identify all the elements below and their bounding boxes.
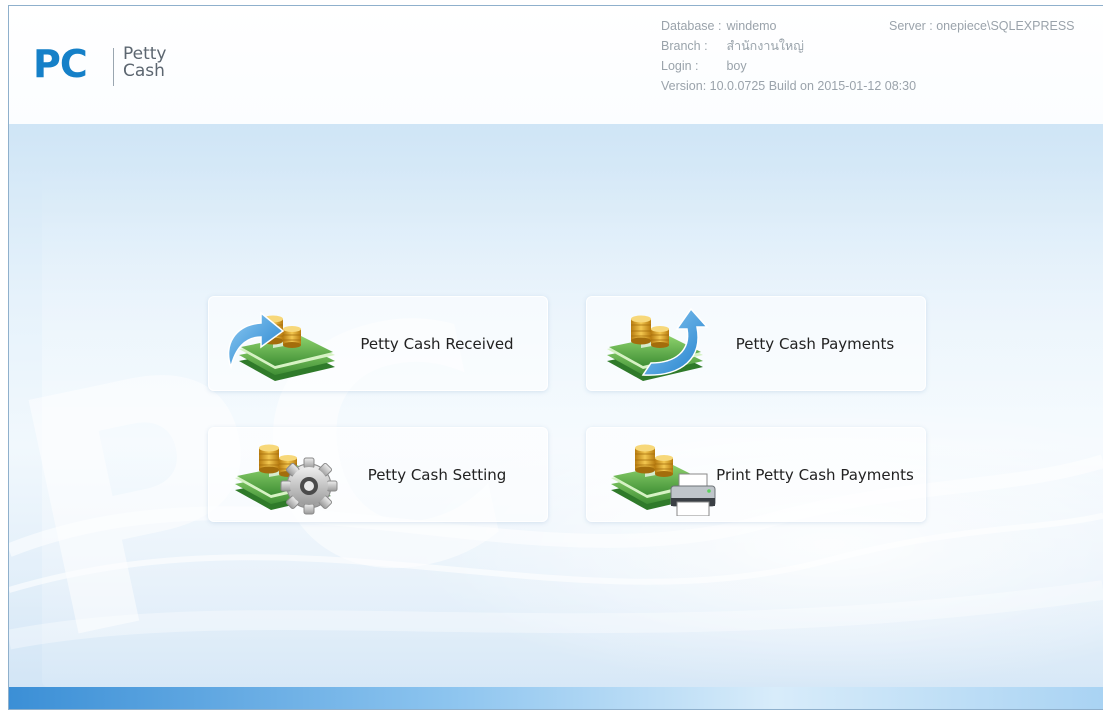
header: PC Petty Cash Database : windemo Branch … (9, 6, 1103, 124)
logo-line-cash: Cash (123, 61, 165, 81)
logo-divider (113, 48, 114, 86)
money-received-icon (227, 311, 336, 382)
database-row: Database : windemo (661, 16, 916, 36)
money-print-icon (610, 444, 716, 516)
petty-cash-setting-label: Petty Cash Setting (367, 465, 507, 484)
logo-mark: PC (33, 42, 88, 86)
login-value: boy (726, 59, 747, 73)
print-petty-cash-payments-button[interactable]: Print Petty Cash Payments (586, 427, 926, 522)
bottom-bar (9, 687, 1103, 709)
main-content: PC Petty Cash Received Petty Cash Paymen… (9, 124, 1103, 709)
background-watermark: PC (9, 244, 1103, 709)
petty-cash-payments-button[interactable]: Petty Cash Payments (586, 296, 926, 391)
connection-info: Database : windemo Branch : สำนักงานใหญ่… (661, 16, 916, 96)
petty-cash-received-label: Petty Cash Received (360, 334, 514, 353)
logo-text: Petty Cash (123, 46, 167, 80)
database-label: Database : (661, 19, 722, 33)
server-text: Server : onepiece\SQLEXPRESS (889, 19, 1075, 33)
database-value: windemo (726, 19, 777, 33)
money-payment-icon (606, 307, 709, 382)
petty-cash-payments-label: Petty Cash Payments (735, 334, 895, 353)
branch-row: Branch : สำนักงานใหญ่ (661, 36, 916, 56)
app-window: PC Petty Cash Database : windemo Branch … (8, 5, 1103, 710)
money-setting-icon (234, 444, 338, 515)
print-petty-cash-payments-label: Print Petty Cash Payments (716, 465, 914, 484)
petty-cash-received-button[interactable]: Petty Cash Received (208, 296, 548, 391)
server-info: Server : onepiece\SQLEXPRESS (889, 16, 1075, 36)
login-label: Login : (661, 59, 699, 73)
branch-value: สำนักงานใหญ่ (726, 39, 804, 53)
version-text: Version: 10.0.0725 Build on 2015-01-12 0… (661, 79, 917, 93)
login-row: Login : boy (661, 56, 916, 76)
petty-cash-setting-button[interactable]: Petty Cash Setting (208, 427, 548, 522)
branch-label: Branch : (661, 39, 708, 53)
